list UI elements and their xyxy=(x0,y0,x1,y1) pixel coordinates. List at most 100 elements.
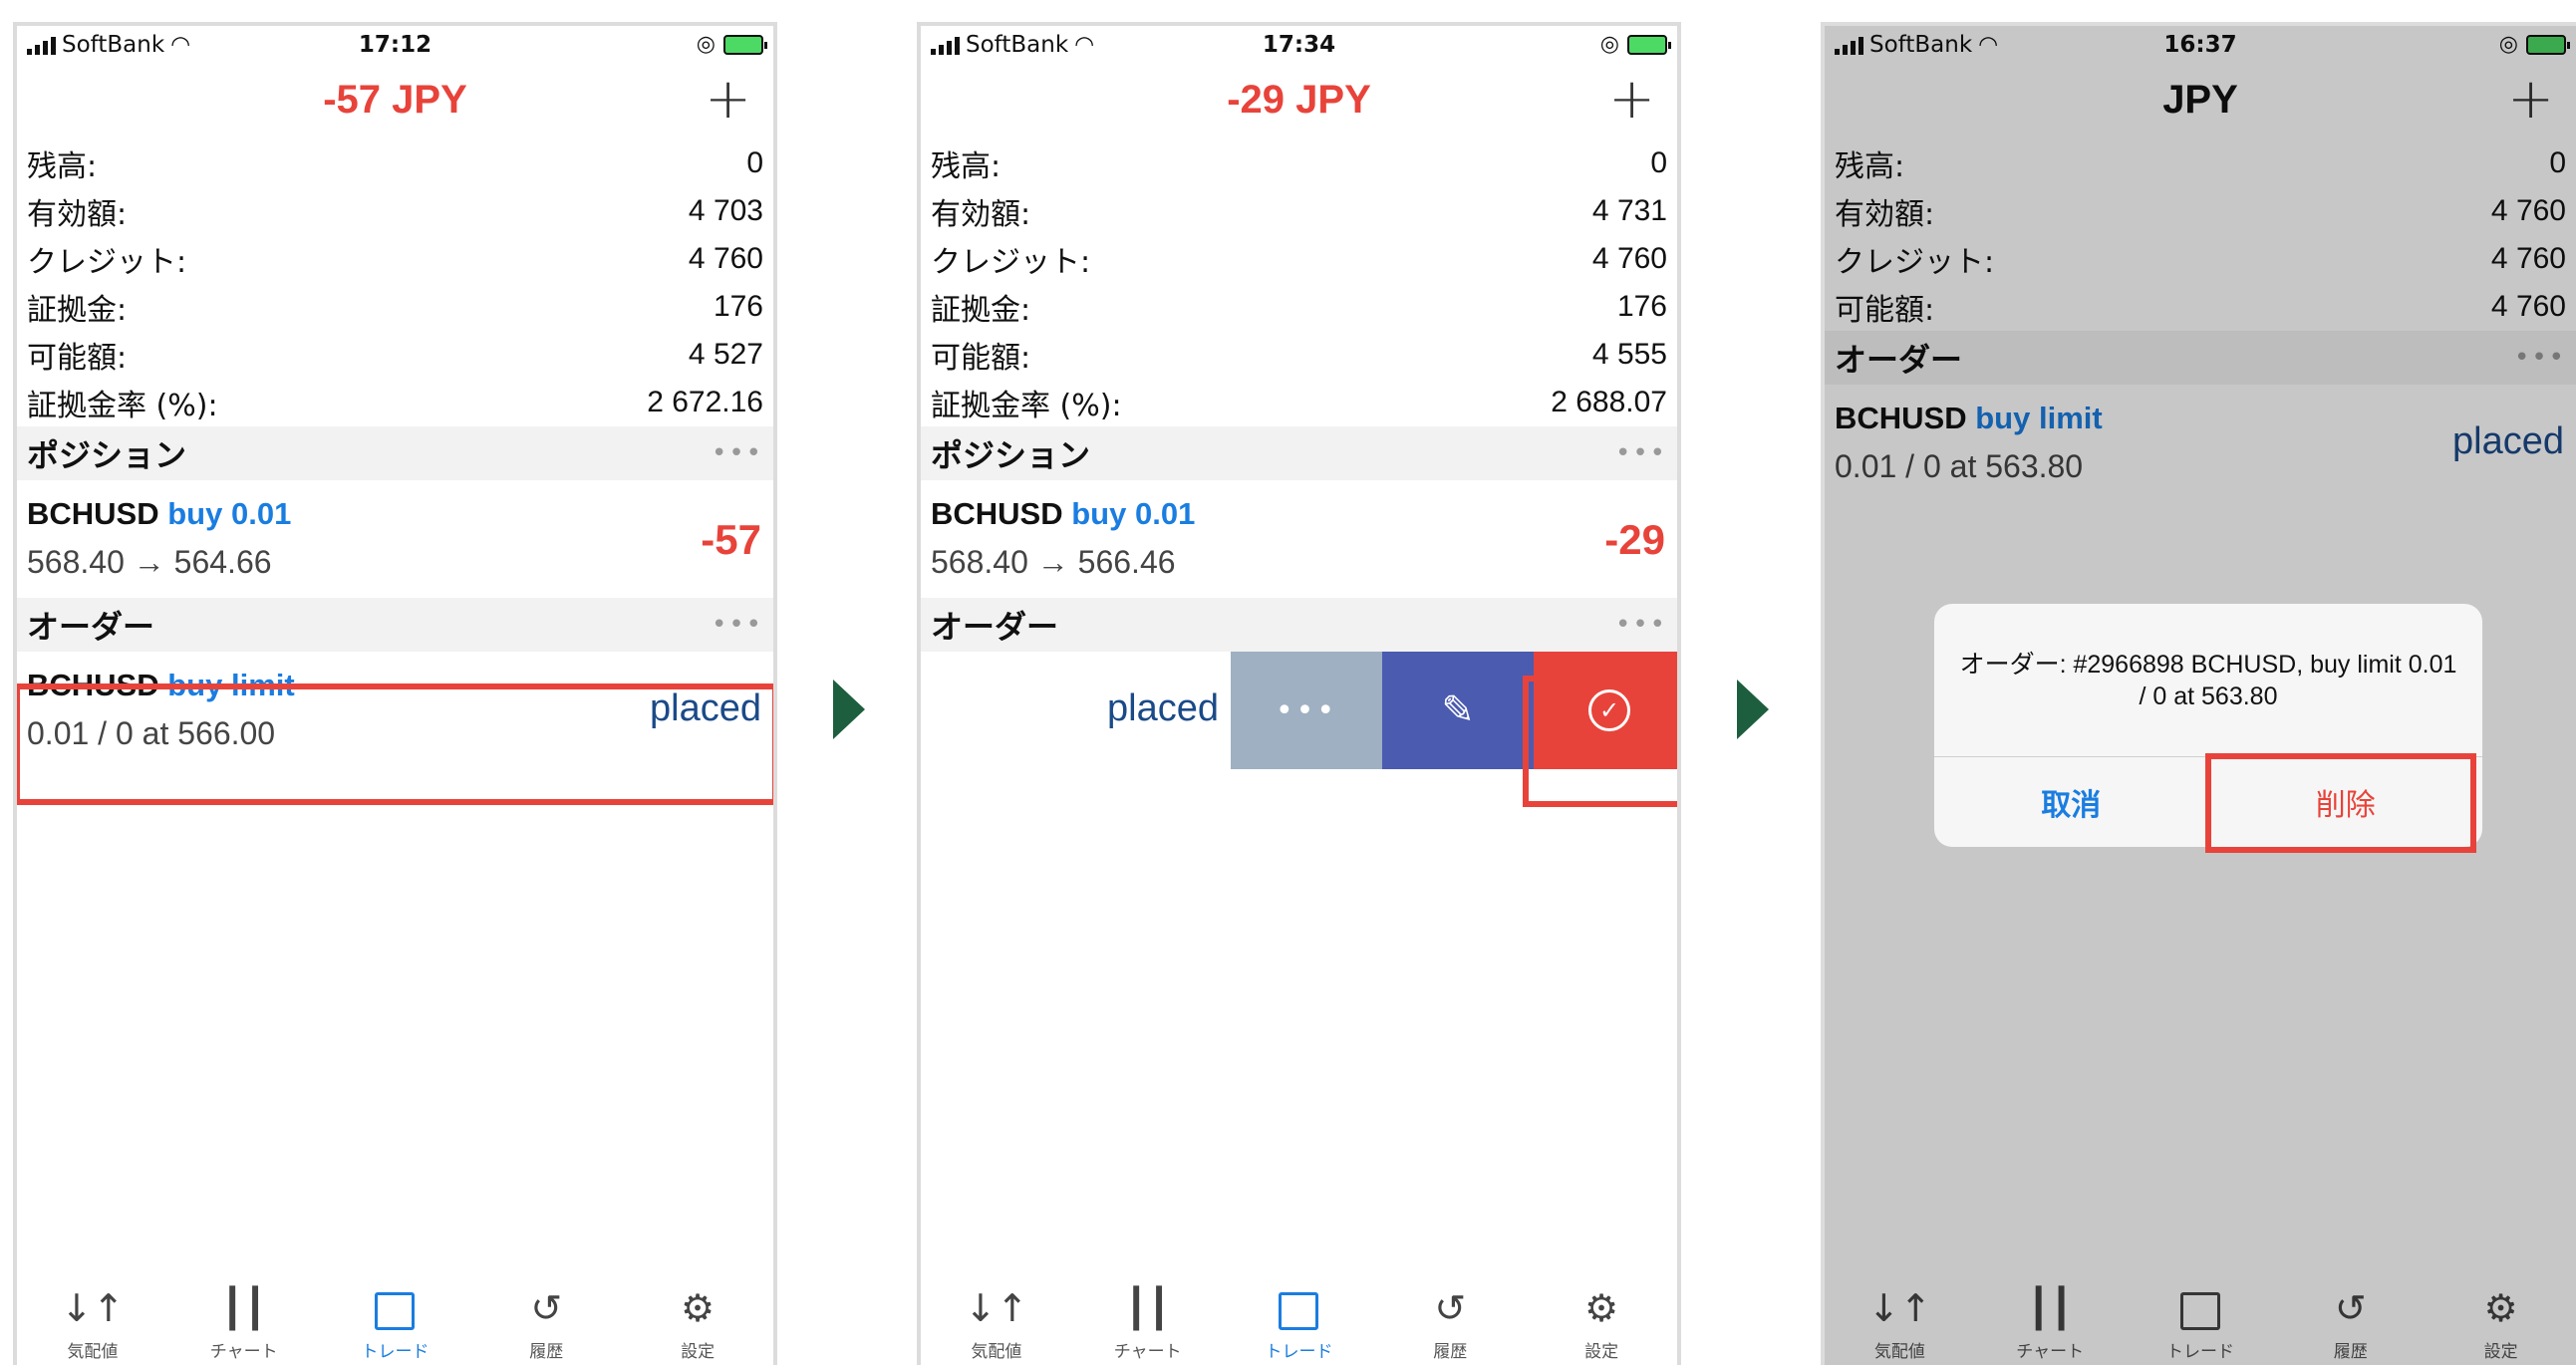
step-arrow xyxy=(833,680,865,739)
stat-label: 証拠金率 (%): xyxy=(27,389,218,423)
stat-label: 残高: xyxy=(931,149,1002,184)
order-status: placed xyxy=(1107,687,1219,729)
more-icon[interactable]: ••• xyxy=(712,438,763,468)
stat-value: 4 555 xyxy=(1591,338,1667,371)
dialog-message: オーダー: #2966898 BCHUSD, buy limit 0.01 / … xyxy=(1934,604,2482,757)
status-right: ◎ xyxy=(1600,32,1671,57)
stat-value: 4 703 xyxy=(688,194,763,227)
stat-label: 証拠金: xyxy=(27,293,128,328)
side: buy 0.01 xyxy=(1071,496,1196,531)
add-order-button[interactable]: + xyxy=(1608,72,1655,128)
tab-history[interactable]: ↺ 履歴 xyxy=(486,1269,606,1365)
tab-trade[interactable]: トレード xyxy=(335,1269,454,1365)
stat-label: 有効額: xyxy=(27,197,128,232)
stat-row: 可能額: 4 555 xyxy=(921,331,1677,379)
stat-label: 証拠金: xyxy=(931,293,1031,328)
stat-row: クレジット: 4 760 xyxy=(921,235,1677,283)
more-icon: ••• xyxy=(1275,692,1338,728)
tab-label: トレード xyxy=(1265,1342,1333,1362)
settings-icon: ⚙ xyxy=(1584,1286,1619,1330)
tab-label: 履歴 xyxy=(529,1342,564,1362)
settings-icon: ⚙ xyxy=(681,1286,716,1330)
position-symbol: BCHUSD buy 0.01 xyxy=(27,496,291,532)
orientation-lock-icon: ◎ xyxy=(696,32,716,57)
tab-quotes[interactable]: ↓↑ 気配値 xyxy=(33,1269,152,1365)
status-bar: SoftBank ◠ 17:34 ◎ xyxy=(921,26,1677,68)
position-profit: -57 xyxy=(701,516,761,563)
add-order-button[interactable]: + xyxy=(705,72,751,128)
position-row[interactable]: BCHUSD buy 0.01 568.40 → 564.66 -57 xyxy=(17,480,773,598)
stat-value: 4 760 xyxy=(1591,242,1667,275)
stat-label: クレジット: xyxy=(931,245,1091,280)
position-prices: 568.40 → 564.66 xyxy=(27,544,272,580)
positions-header: ポジション ••• xyxy=(921,426,1677,480)
step-arrow xyxy=(1737,680,1769,739)
symbol: BCHUSD xyxy=(931,496,1063,531)
position-row[interactable]: BCHUSD buy 0.01 568.40 → 566.46 -29 xyxy=(921,480,1677,598)
tab-settings[interactable]: ⚙ 設定 xyxy=(1542,1269,1661,1365)
stat-row: 可能額: 4 527 xyxy=(17,331,773,379)
stat-row: 証拠金率 (%): 2 672.16 xyxy=(17,379,773,426)
status-right: ◎ xyxy=(696,32,767,57)
status-time: 17:12 xyxy=(358,32,432,58)
account-summary: 残高: 0 有効額: 4 703 クレジット: 4 760 証拠金: 176 可能額: 4… xyxy=(17,139,773,426)
screen-2: SoftBank ◠ 17:34 ◎ -29 JPY + 残高: 0 有効額: 4 … xyxy=(917,22,1681,1365)
stat-row: 有効額: 4 731 xyxy=(921,187,1677,235)
tab-label: 気配値 xyxy=(971,1342,1022,1362)
battery-icon xyxy=(1627,34,1671,55)
page-title: -57 JPY xyxy=(323,78,467,122)
tab-trade[interactable]: トレード xyxy=(1239,1269,1358,1365)
more-icon[interactable]: ••• xyxy=(712,610,763,640)
tab-chart[interactable]: ┃┃ チャート xyxy=(184,1269,304,1365)
stat-label: クレジット: xyxy=(27,245,187,280)
section-title: オーダー xyxy=(27,608,155,646)
tab-label: 設定 xyxy=(1584,1342,1619,1362)
stat-row: クレジット: 4 760 xyxy=(17,235,773,283)
tab-label: 設定 xyxy=(681,1342,716,1362)
status-time: 17:34 xyxy=(1262,32,1336,58)
tab-label: チャート xyxy=(1113,1342,1182,1362)
edit-action-button[interactable]: ✎ xyxy=(1382,652,1534,769)
more-icon[interactable]: ••• xyxy=(1615,610,1667,640)
tab-quotes[interactable]: ↓↑ 気配値 xyxy=(937,1269,1056,1365)
cancel-button[interactable]: 取消 xyxy=(1934,757,2209,847)
account-summary: 残高: 0 有効額: 4 731 クレジット: 4 760 証拠金: 176 可能額: 4… xyxy=(921,139,1677,426)
stat-label: 証拠金率 (%): xyxy=(931,389,1122,423)
stat-row: 残高: 0 xyxy=(17,139,773,187)
header: -57 JPY + xyxy=(17,68,773,139)
stat-row: 証拠金率 (%): 2 688.07 xyxy=(921,379,1677,426)
pencil-icon: ✎ xyxy=(1441,687,1475,733)
section-title: ポジション xyxy=(931,436,1091,474)
tab-bar: ↓↑ 気配値 ┃┃ チャート トレード ↺ 履歴 ⚙ 設定 xyxy=(17,1269,773,1365)
tab-bar: ↓↑ 気配値 ┃┃ チャート トレード ↺ 履歴 ⚙ 設定 xyxy=(921,1269,1677,1365)
page-title: -29 JPY xyxy=(1227,78,1371,122)
tab-label: トレード xyxy=(361,1342,429,1362)
more-action-button[interactable]: ••• xyxy=(1231,652,1382,769)
tab-history[interactable]: ↺ 履歴 xyxy=(1390,1269,1510,1365)
quotes-icon: ↓↑ xyxy=(61,1286,125,1330)
trade-icon xyxy=(1239,1285,1358,1331)
stat-value: 0 xyxy=(746,146,763,179)
status-bar: SoftBank ◠ 17:12 ◎ xyxy=(17,26,773,68)
symbol: BCHUSD xyxy=(27,496,159,531)
stat-value: 176 xyxy=(1616,290,1667,323)
tab-chart[interactable]: ┃┃ チャート xyxy=(1088,1269,1208,1365)
tab-settings[interactable]: ⚙ 設定 xyxy=(638,1269,757,1365)
stat-value: 4 760 xyxy=(688,242,763,275)
side: buy 0.01 xyxy=(167,496,292,531)
highlight-box xyxy=(2205,753,2476,853)
positions-header: ポジション ••• xyxy=(17,426,773,480)
stat-row: 残高: 0 xyxy=(921,139,1677,187)
header: -29 JPY + xyxy=(921,68,1677,139)
more-icon[interactable]: ••• xyxy=(1615,438,1667,468)
orders-header: オーダー ••• xyxy=(17,598,773,652)
stat-row: 証拠金: 176 xyxy=(921,283,1677,331)
stat-value: 4 527 xyxy=(688,338,763,371)
tab-label: チャート xyxy=(209,1342,278,1362)
chart-icon: ┃┃ xyxy=(220,1286,267,1330)
quotes-icon: ↓↑ xyxy=(965,1286,1028,1330)
battery-icon xyxy=(723,34,767,55)
stat-value: 2 688.07 xyxy=(1551,386,1667,418)
trade-icon xyxy=(335,1285,454,1331)
stat-row: 有効額: 4 703 xyxy=(17,187,773,235)
